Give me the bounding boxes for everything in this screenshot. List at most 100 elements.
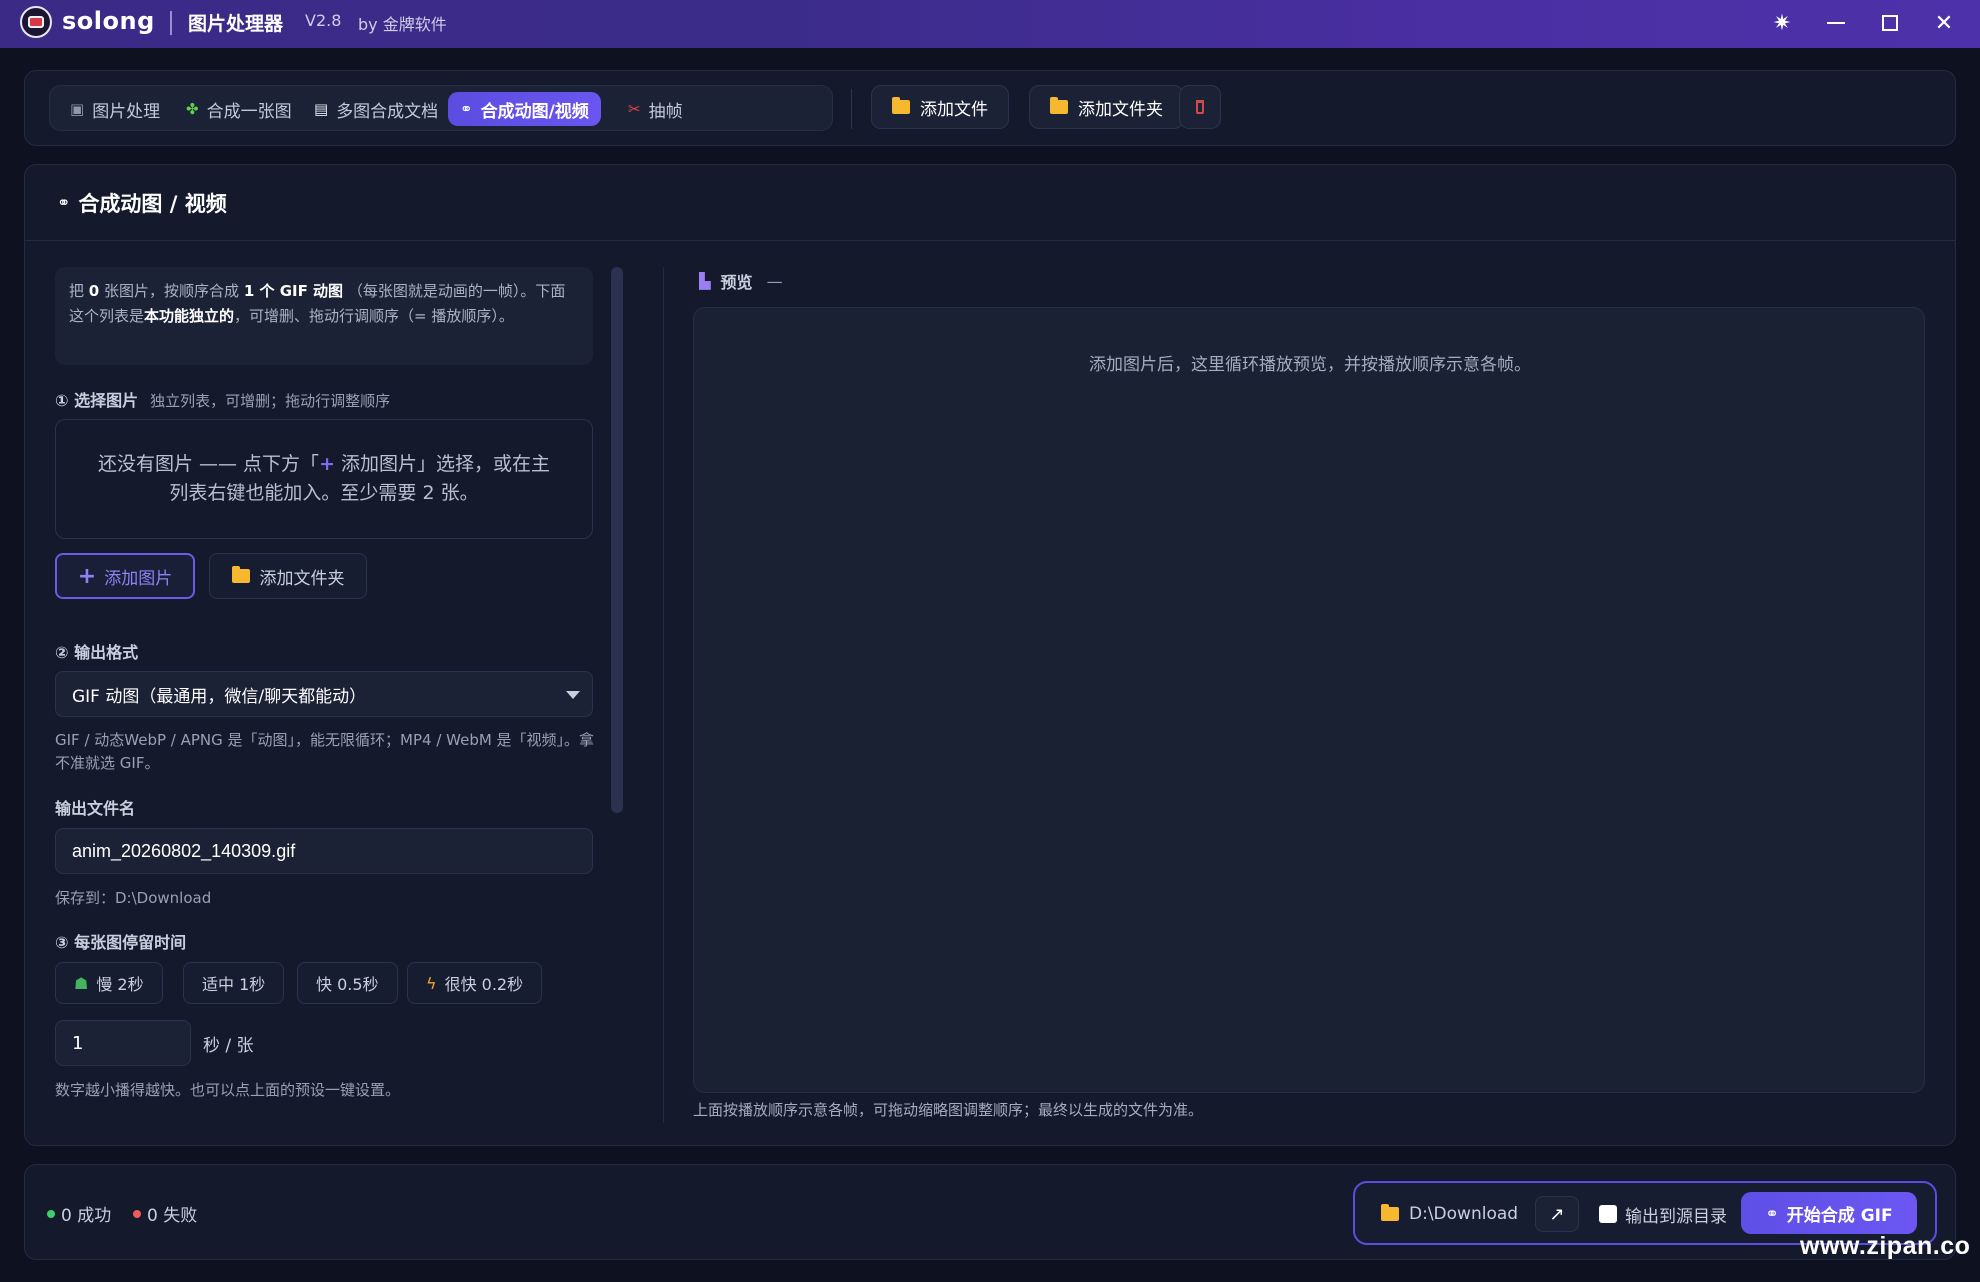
- scissors-icon: ✂: [628, 100, 641, 118]
- empty-list-message: 还没有图片 —— 点下方「+ 添加图片」选择，或在主列表右键也能加入。至少需要 …: [90, 450, 558, 508]
- output-format-select[interactable]: GIF 动图（最通用，微信/聊天都能动）: [55, 671, 593, 717]
- tab-merge-doc[interactable]: ▤ 多图合成文档: [302, 92, 450, 126]
- link-icon: ⚭: [460, 100, 473, 118]
- add-file-button[interactable]: 添加文件: [871, 85, 1009, 129]
- title-separator: [170, 11, 172, 35]
- maximize-icon: [1882, 15, 1898, 31]
- preview-area: 添加图片后，这里循环播放预览，并按播放顺序示意各帧。: [693, 307, 1925, 1093]
- empty-text: 还没有图片 —— 点下方「: [97, 453, 320, 475]
- preset-label: 很快 0.2秒: [444, 975, 524, 994]
- format-note: GIF / 动态WebP / APNG 是「动图」，能无限循环；MP4 / We…: [55, 731, 595, 772]
- tab-label: 合成一张图: [206, 101, 292, 122]
- duration-note: 数字越小播得越快。也可以点上面的预设一键设置。: [55, 1081, 401, 1099]
- add-images-button[interactable]: + 添加图片: [55, 553, 195, 599]
- preset-slow-button[interactable]: ☗ 慢 2秒: [55, 962, 163, 1004]
- preset-medium-button[interactable]: 适中 1秒: [183, 962, 285, 1004]
- add-image-folder-button[interactable]: 添加文件夹: [209, 553, 367, 599]
- start-compose-button[interactable]: ⚭ 开始合成 GIF: [1741, 1192, 1917, 1234]
- watermark-text: www.zipan.co: [1800, 1232, 1971, 1260]
- add-file-label: 添加文件: [920, 99, 988, 120]
- add-folder-button[interactable]: 添加文件夹: [1029, 85, 1184, 129]
- success-text: 0 成功: [61, 1206, 112, 1226]
- info-text: 把: [69, 282, 85, 300]
- minimize-icon: [1827, 22, 1845, 24]
- preview-placeholder: 添加图片后，这里循环播放预览，并按播放顺序示意各帧。: [1089, 355, 1531, 375]
- theme-toggle-icon[interactable]: ✷: [1762, 6, 1802, 40]
- image-count: 0: [88, 282, 100, 300]
- info-box: 把 0 张图片，按顺序合成 1 个 GIF 动图 （每张图就是动画的一帧）。下面…: [55, 267, 593, 365]
- minimize-button[interactable]: [1816, 6, 1856, 40]
- fail-text: 0 失败: [147, 1206, 198, 1226]
- preset-label: 慢 2秒: [96, 975, 144, 994]
- title-bar: solong 图片处理器 V2.8 by 金牌软件 ✷ ✕: [0, 0, 1980, 48]
- tab-animation[interactable]: ⚭ 合成动图/视频: [448, 92, 601, 126]
- save-path-text: 保存到：D:\Download: [55, 889, 212, 907]
- selected-format: GIF 动图（最通用，微信/聊天都能动）: [72, 686, 367, 707]
- step1-title: ① 选择图片: [55, 391, 139, 410]
- output-path-button[interactable]: D:\Download: [1373, 1196, 1526, 1232]
- step1-label: ① 选择图片 独立列表，可增删；拖动行调整顺序: [55, 387, 390, 411]
- open-folder-button[interactable]: ↗: [1535, 1196, 1579, 1232]
- output-to-source-label: 输出到源目录: [1625, 1206, 1727, 1227]
- tab-merge-one[interactable]: ✤ 合成一张图: [174, 92, 304, 126]
- step3-label: ③ 每张图停留时间: [55, 933, 187, 952]
- panel-header: ⚭ 合成动图 / 视频: [25, 165, 1955, 241]
- preview-collapse-toggle[interactable]: —: [767, 272, 783, 291]
- trash-icon: [1196, 100, 1204, 114]
- preset-label: 快 0.5秒: [316, 975, 379, 994]
- document-icon: ▤: [314, 100, 329, 118]
- target-format: 1 个 GIF 动图: [243, 282, 344, 300]
- filename-input[interactable]: anim_20260802_140309.gif: [55, 828, 593, 874]
- info-emphasis: 本功能独立的: [144, 307, 235, 325]
- preview-note: 上面按播放顺序示意各帧，可拖动缩略图调整顺序；最终以生成的文件为准。: [693, 1101, 1204, 1119]
- close-icon: ✕: [1934, 10, 1954, 36]
- app-publisher: by 金牌软件: [358, 15, 447, 34]
- status-bar: 0 成功 0 失败 D:\Download ↗ 输出到源目录 ⚭ 开始合成 GI…: [24, 1164, 1956, 1260]
- lightning-icon: ϟ: [426, 973, 437, 993]
- app-title: 图片处理器: [188, 13, 284, 35]
- step2-label: ② 输出格式: [55, 643, 139, 662]
- tab-label: 抽帧: [648, 101, 683, 122]
- folder-icon: [1050, 97, 1068, 114]
- maximize-button[interactable]: [1870, 6, 1910, 40]
- success-count: 0 成功: [47, 1201, 111, 1226]
- tab-image-process[interactable]: ▣ 图片处理: [58, 92, 172, 126]
- image-list-empty[interactable]: 还没有图片 —— 点下方「+ 添加图片」选择，或在主列表右键也能加入。至少需要 …: [55, 419, 593, 539]
- fail-dot-icon: [133, 1209, 141, 1218]
- output-to-source-toggle[interactable]: 输出到源目录: [1599, 1196, 1727, 1232]
- tab-label: 图片处理: [92, 101, 161, 122]
- clear-list-button[interactable]: [1179, 85, 1221, 129]
- folder-icon: [892, 97, 910, 114]
- close-button[interactable]: ✕: [1924, 6, 1964, 40]
- panel-title: 合成动图 / 视频: [78, 191, 227, 216]
- step1-hint: 独立列表，可增删；拖动行调整顺序: [150, 392, 391, 410]
- folder-icon: [231, 566, 250, 583]
- add-folder-label: 添加文件夹: [259, 568, 345, 589]
- link-icon: ⚭: [1765, 1203, 1779, 1223]
- tab-label: 多图合成文档: [336, 101, 439, 122]
- puzzle-icon: ✤: [186, 100, 199, 118]
- app-version: V2.8: [305, 11, 342, 30]
- toolbar: ▣ 图片处理 ✤ 合成一张图 ▤ 多图合成文档 ⚭ 合成动图/视频 ✂ 抽帧 添…: [24, 70, 1956, 146]
- tab-label: 合成动图/视频: [480, 101, 589, 122]
- add-folder-label: 添加文件夹: [1078, 99, 1163, 120]
- preset-very-fast-button[interactable]: ϟ 很快 0.2秒: [407, 962, 543, 1004]
- main-panel: ⚭ 合成动图 / 视频 把 0 张图片，按顺序合成 1 个 GIF 动图 （每张…: [24, 164, 1956, 1146]
- filename-label: 输出文件名: [55, 799, 136, 818]
- external-link-icon: ↗: [1549, 1203, 1565, 1225]
- left-panel-scrollbar[interactable]: [611, 267, 623, 813]
- toolbar-divider: [851, 89, 852, 129]
- folder-icon: [1381, 1204, 1399, 1221]
- info-text: ，可增删、拖动行调顺序（= 播放顺序）。: [234, 307, 514, 325]
- frame-duration-input[interactable]: 1: [55, 1020, 191, 1066]
- fail-count: 0 失败: [133, 1201, 197, 1226]
- preview-header: ▙ 预览 —: [699, 269, 783, 293]
- plus-icon: +: [77, 563, 97, 589]
- mode-tabs: ▣ 图片处理 ✤ 合成一张图 ▤ 多图合成文档 ⚭ 合成动图/视频 ✂ 抽帧: [49, 85, 833, 131]
- app-logo-icon: [20, 6, 52, 38]
- tab-extract-frames[interactable]: ✂ 抽帧: [616, 92, 695, 126]
- duration-unit: 秒 / 张: [203, 1036, 254, 1056]
- preset-fast-button[interactable]: 快 0.5秒: [297, 962, 398, 1004]
- output-to-source-checkbox[interactable]: [1599, 1205, 1617, 1223]
- link-icon: ⚭: [57, 193, 71, 212]
